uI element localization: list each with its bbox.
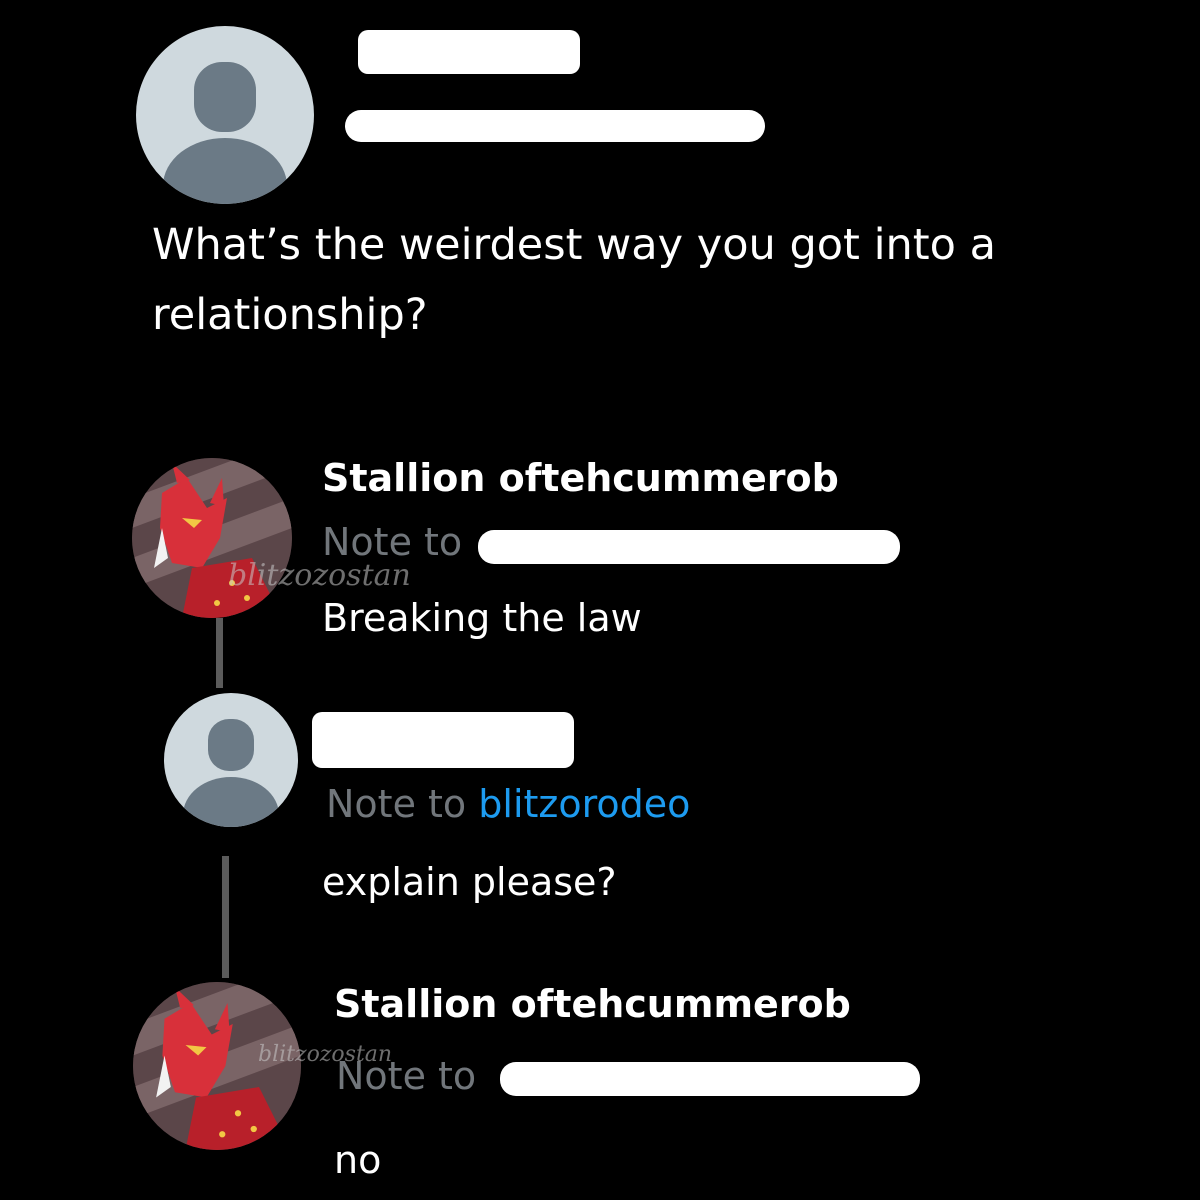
reply-1-redacted-target	[478, 530, 900, 564]
post-question: What’s the weirdest way you got into a r…	[152, 220, 996, 340]
reply-3-author[interactable]: Stallion oftehcummerob	[334, 982, 851, 1026]
reply-2-note-prefix: Note to	[326, 782, 467, 826]
post-avatar[interactable]	[136, 26, 314, 204]
reply-2-note-target[interactable]: blitzorodeo	[478, 782, 690, 826]
reply-1-author[interactable]: Stallion oftehcummerob	[322, 456, 839, 500]
reply-2-avatar[interactable]	[164, 693, 298, 827]
reply-2-note-line: Note to blitzorodeo	[326, 782, 690, 826]
reply-1-avatar[interactable]	[132, 458, 292, 618]
thread-connector-2	[222, 856, 229, 978]
reply-1-text: Breaking the law	[322, 596, 642, 640]
redacted-display-name	[358, 30, 580, 74]
reply-1-watermark: blitzozostan	[228, 558, 411, 593]
thread-connector-1	[216, 618, 223, 688]
character-avatar-icon	[132, 458, 292, 618]
default-avatar-icon	[183, 719, 279, 827]
reply-3-redacted-target	[500, 1062, 920, 1096]
redacted-handle	[345, 110, 765, 142]
default-avatar-icon	[163, 62, 287, 204]
reply-3-watermark: blitzozostan	[258, 1042, 393, 1067]
reply-2-text: explain please?	[322, 860, 617, 904]
reply-2-redacted-name	[312, 712, 574, 768]
reply-3-text: no	[334, 1138, 382, 1182]
